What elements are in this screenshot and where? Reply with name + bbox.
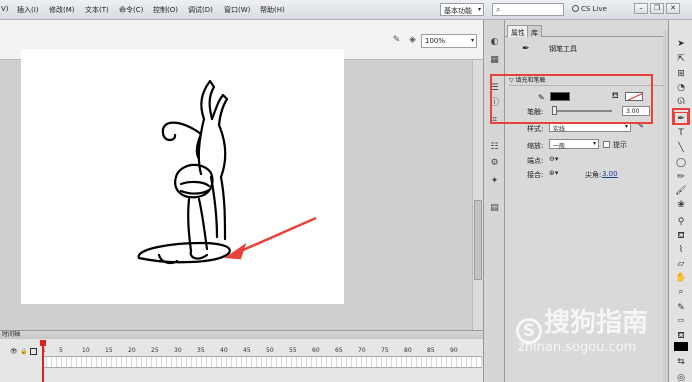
line-tool-icon[interactable]: ╲	[674, 142, 688, 154]
lasso-tool-icon[interactable]: ᘏ	[674, 96, 688, 108]
swatches-icon[interactable]: ▦	[488, 54, 501, 66]
watermark-url: zhinan.sogou.com	[518, 340, 637, 355]
frame-ruler[interactable]: 1 5 10 15 20 25 30 35 40 45 50 55 60 65 …	[42, 346, 482, 356]
frame-number: 80	[404, 347, 412, 354]
join-style-icon[interactable]: ⊛▾	[549, 169, 558, 177]
color-icon[interactable]: ◐	[488, 36, 501, 48]
tools-panel: ➤ ⇱ ⊞ ◔ ᘏ ✒ T ╲ ◯ ✏ 🖌 ❀ ⚲ ⛾ ⌇ ▱ ✋ ⌕ ✎ ▭ …	[668, 20, 692, 382]
tab-properties[interactable]: 属性	[507, 25, 529, 37]
highlight-box	[490, 74, 653, 124]
frame-number: 15	[105, 347, 113, 354]
playhead[interactable]	[42, 340, 44, 382]
arrow-line	[233, 216, 317, 256]
highlight-box	[672, 108, 690, 125]
code-snippets-icon[interactable]: ▤	[488, 202, 501, 214]
stroke-color-tool-icon[interactable]: ✎	[674, 302, 688, 314]
pencil-tool-icon[interactable]: ✏	[674, 171, 688, 183]
stroke-color-box[interactable]: ▭	[674, 314, 688, 326]
frame-number: 50	[266, 347, 274, 354]
swap-colors-icon[interactable]: ⇆	[674, 356, 688, 368]
properties-tabs: 属性 库	[505, 25, 668, 37]
watermark-logo: S 搜狗指南	[516, 302, 648, 344]
frame-number: 65	[335, 347, 343, 354]
frame-number: 60	[312, 347, 320, 354]
frame-number: 55	[289, 347, 297, 354]
style-label: 样式:	[527, 125, 544, 133]
eraser-tool-icon[interactable]: ▱	[674, 258, 688, 270]
chevron-down-icon: ▾	[624, 123, 628, 130]
text-tool-icon[interactable]: T	[674, 127, 688, 139]
frame-number: 70	[358, 347, 366, 354]
cap-style-icon[interactable]: ⊖▾	[549, 155, 558, 163]
frame-number: 85	[427, 347, 435, 354]
watermark-brand: 搜狗指南	[544, 308, 649, 338]
outline-icon[interactable]	[30, 348, 37, 355]
fill-color-tool-icon[interactable]: ⛾	[674, 330, 688, 342]
history-icon[interactable]: ☷	[488, 141, 501, 153]
timeline-tab[interactable]: 时间轴	[0, 331, 483, 339]
stroke-style-value: 实线	[553, 126, 566, 133]
hand-tool-icon[interactable]: ✋	[674, 272, 688, 284]
miter-value[interactable]: 3.00	[602, 170, 618, 178]
zoom-tool-icon[interactable]: ⌕	[674, 286, 688, 298]
frame-number: 40	[220, 347, 228, 354]
timeline-panel: 时间轴 👁 🔒 1 5 10 15 20 25 30 35 40 45 50 5…	[0, 330, 483, 382]
motion-presets-icon[interactable]: ✦	[488, 175, 501, 187]
frame-number: 45	[243, 347, 251, 354]
paint-bucket-tool-icon[interactable]: ⛾	[674, 230, 688, 242]
eye-icon[interactable]: 👁	[10, 348, 18, 355]
frame-cells[interactable]	[42, 356, 482, 368]
snap-icon[interactable]: ◎	[674, 372, 688, 382]
chevron-down-icon: ▾	[592, 140, 596, 147]
scale-label: 缩放:	[527, 142, 544, 150]
fill-color-box[interactable]	[674, 342, 688, 351]
eyedropper-tool-icon[interactable]: ⌇	[674, 244, 688, 256]
free-transform-tool-icon[interactable]: ⊞	[674, 68, 688, 80]
brush-tool-icon[interactable]: 🖌	[674, 185, 688, 197]
scale-value: 一般	[553, 143, 566, 150]
frame-number: 90	[450, 347, 458, 354]
oval-tool-icon[interactable]: ◯	[674, 157, 688, 169]
components-icon[interactable]: ⚙	[488, 157, 501, 169]
frame-number: 75	[381, 347, 389, 354]
bone-tool-icon[interactable]: ⚲	[674, 216, 688, 228]
join-label: 接合:	[527, 171, 544, 179]
scale-select[interactable]: 一般 ▾	[549, 139, 599, 150]
cap-label: 端点:	[527, 157, 544, 165]
frame-number: 10	[82, 347, 90, 354]
frame-number: 5	[59, 347, 63, 354]
tool-name: 钢笔工具	[549, 45, 577, 53]
frame-number: 25	[151, 347, 159, 354]
tab-library[interactable]: 库	[527, 25, 542, 37]
frame-number: 30	[174, 347, 182, 354]
3d-rotation-tool-icon[interactable]: ◔	[674, 82, 688, 94]
subselection-tool-icon[interactable]: ⇱	[674, 53, 688, 65]
selection-tool-icon[interactable]: ➤	[674, 38, 688, 50]
pen-tool-icon: ✒	[522, 44, 530, 54]
frame-number: 20	[128, 347, 136, 354]
deco-tool-icon[interactable]: ❀	[674, 199, 688, 211]
frame-number: 35	[197, 347, 205, 354]
lock-icon[interactable]: 🔒	[20, 348, 27, 355]
arrow-head	[224, 242, 247, 260]
hint-checkbox[interactable]	[603, 141, 610, 148]
hint-label: 提示	[613, 141, 627, 149]
miter-label: 尖角:	[585, 171, 602, 179]
